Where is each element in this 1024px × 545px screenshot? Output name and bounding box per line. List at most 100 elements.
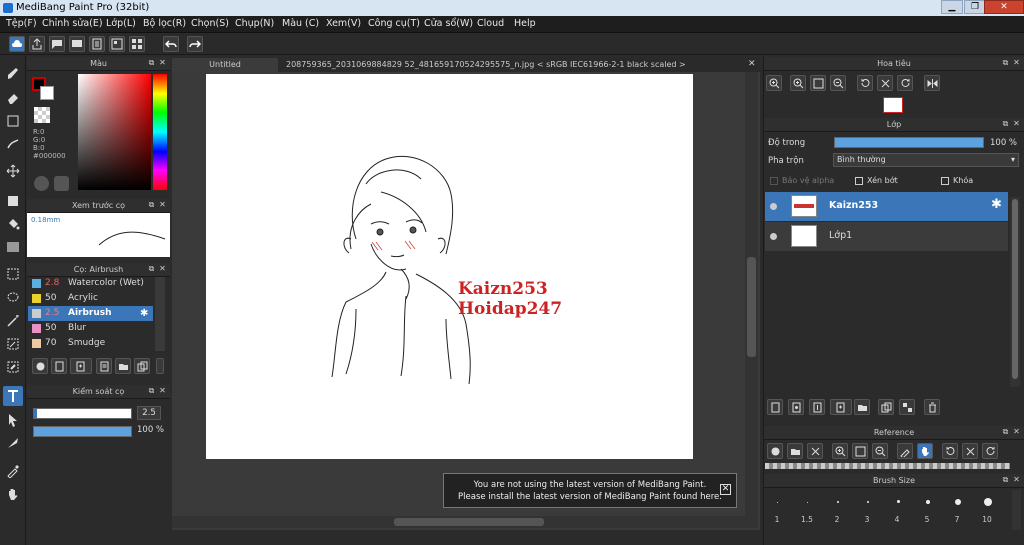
add-layer-menu-button[interactable] bbox=[830, 399, 852, 415]
brush-duplicate-button[interactable] bbox=[134, 358, 150, 374]
brush-item[interactable]: 70 Smudge bbox=[28, 336, 153, 351]
menu-color[interactable]: Màu (C) bbox=[282, 18, 319, 29]
color-saturation-field[interactable] bbox=[78, 74, 151, 190]
close-panel-icon[interactable]: ✕ bbox=[158, 200, 167, 209]
reset-view-button[interactable] bbox=[877, 75, 893, 91]
menu-file[interactable]: Tệp(F) bbox=[6, 18, 37, 29]
close-panel-icon[interactable]: ✕ bbox=[158, 58, 167, 67]
move-tool[interactable] bbox=[3, 161, 23, 181]
clipping-checkbox[interactable] bbox=[855, 177, 863, 185]
shape-brush-tool[interactable] bbox=[3, 134, 23, 154]
gear-icon[interactable]: ✱ bbox=[991, 197, 1002, 212]
layer-row-selected[interactable]: Kaizn253 ✱ bbox=[765, 192, 1008, 221]
popout-icon[interactable]: ⧉ bbox=[147, 58, 156, 67]
zoom-in-button[interactable] bbox=[766, 75, 782, 91]
menu-view[interactable]: Xem(V) bbox=[326, 18, 361, 29]
rotate-left-button[interactable] bbox=[857, 75, 873, 91]
brush-more-button[interactable] bbox=[156, 358, 164, 374]
menu-filter[interactable]: Bộ lọc(R) bbox=[143, 18, 186, 29]
undo-button[interactable] bbox=[163, 36, 179, 52]
vertical-scrollbar-track[interactable] bbox=[745, 72, 758, 517]
fill-rect-tool[interactable] bbox=[3, 191, 23, 211]
fit-button[interactable] bbox=[810, 75, 826, 91]
zoom-out-button[interactable] bbox=[830, 75, 846, 91]
size-dot[interactable] bbox=[955, 499, 961, 505]
close-panel-icon[interactable]: ✕ bbox=[1012, 475, 1021, 484]
layer-opacity-slider[interactable] bbox=[834, 137, 984, 148]
divide-tool[interactable] bbox=[3, 433, 23, 453]
hand-tool[interactable] bbox=[3, 484, 23, 504]
menu-tools[interactable]: Công cụ(T) bbox=[368, 18, 420, 29]
menu-edit[interactable]: Chỉnh sửa(E) bbox=[42, 18, 103, 29]
comment-button[interactable] bbox=[49, 36, 65, 52]
brush-size-value[interactable]: 2.5 bbox=[137, 406, 161, 420]
size-dot[interactable] bbox=[807, 502, 808, 503]
color-history-button[interactable] bbox=[54, 176, 69, 191]
ref-rotate-left-button[interactable] bbox=[942, 443, 958, 459]
popout-icon[interactable]: ⧉ bbox=[147, 386, 156, 395]
maximize-button[interactable]: ❐ bbox=[964, 0, 986, 14]
lock-checkbox[interactable] bbox=[941, 177, 949, 185]
zoom-in-button-2[interactable] bbox=[790, 75, 806, 91]
brush-menu-button[interactable] bbox=[70, 358, 92, 374]
tab-untitled[interactable]: Untitled bbox=[172, 58, 278, 72]
layer-scrollbar-thumb[interactable] bbox=[1012, 199, 1018, 379]
menu-select[interactable]: Chọn(S) bbox=[191, 18, 229, 29]
lasso-tool[interactable] bbox=[3, 287, 23, 307]
ref-reset-button[interactable] bbox=[962, 443, 978, 459]
redo-button[interactable] bbox=[187, 36, 203, 52]
select-tool[interactable] bbox=[3, 264, 23, 284]
drawing-canvas[interactable]: Kaizn253 Hoidap247 bbox=[206, 74, 693, 459]
brush-item-selected[interactable]: 2.5 Airbrush ✱ bbox=[28, 306, 153, 321]
ref-hand-button[interactable] bbox=[917, 443, 933, 459]
eraser-tool[interactable] bbox=[3, 88, 23, 108]
popout-icon[interactable]: ⧉ bbox=[1001, 58, 1010, 67]
brush-list-scrollbar[interactable] bbox=[155, 277, 165, 351]
menu-help[interactable]: Help bbox=[514, 18, 536, 29]
menu-layer[interactable]: Lớp(L) bbox=[106, 18, 136, 29]
menu-cloud[interactable]: Cloud bbox=[477, 18, 504, 29]
delete-layer-button[interactable] bbox=[924, 399, 940, 415]
bucket-tool[interactable] bbox=[3, 214, 23, 234]
layer-row[interactable]: Lớp1 bbox=[765, 222, 1008, 251]
popout-icon[interactable]: ⧉ bbox=[1001, 475, 1010, 484]
materials-button[interactable] bbox=[109, 36, 125, 52]
blend-mode-select[interactable]: Bình thường ▾ bbox=[833, 153, 1019, 167]
document-button[interactable] bbox=[89, 36, 105, 52]
ref-eyedropper-button[interactable] bbox=[897, 443, 913, 459]
brush-opacity-slider[interactable] bbox=[33, 426, 132, 437]
popout-icon[interactable]: ⧉ bbox=[147, 200, 156, 209]
duplicate-layer-button[interactable] bbox=[878, 399, 894, 415]
layer-scrollbar[interactable] bbox=[1010, 197, 1020, 387]
size-dot[interactable] bbox=[867, 501, 869, 503]
ref-fit-button[interactable] bbox=[852, 443, 868, 459]
message-button[interactable] bbox=[69, 36, 85, 52]
horizontal-scrollbar-track[interactable] bbox=[172, 516, 758, 528]
brush-size-scrollbar[interactable] bbox=[1012, 490, 1021, 530]
ref-zoom-out-button[interactable] bbox=[872, 443, 888, 459]
brush-item[interactable]: 50 Blur bbox=[28, 321, 153, 336]
size-dot[interactable] bbox=[837, 501, 839, 503]
text-tool[interactable] bbox=[3, 386, 23, 406]
new-halftone-layer-button[interactable] bbox=[788, 399, 804, 415]
flip-button[interactable] bbox=[924, 75, 940, 91]
select-pen-tool[interactable] bbox=[3, 334, 23, 354]
brush-tool[interactable] bbox=[3, 64, 23, 84]
brush-item[interactable]: 2.8 Watercolor (Wet) bbox=[28, 276, 153, 291]
dot-tool[interactable] bbox=[3, 111, 23, 131]
popout-icon[interactable]: ⧉ bbox=[147, 264, 156, 273]
brush-settings-button[interactable] bbox=[96, 358, 112, 374]
magic-wand-tool[interactable] bbox=[3, 311, 23, 331]
close-tab-icon[interactable]: ✕ bbox=[748, 59, 756, 69]
ref-close-button[interactable] bbox=[807, 443, 823, 459]
secondary-color-swatch[interactable] bbox=[40, 86, 54, 100]
close-panel-icon[interactable]: ✕ bbox=[1012, 119, 1021, 128]
ref-zoom-in-button[interactable] bbox=[832, 443, 848, 459]
ref-cloud-button[interactable] bbox=[767, 443, 783, 459]
close-button[interactable]: ✕ bbox=[984, 0, 1024, 14]
close-panel-icon[interactable]: ✕ bbox=[158, 386, 167, 395]
brush-item[interactable]: 50 Acrylic bbox=[28, 291, 153, 306]
gradient-tool[interactable] bbox=[3, 237, 23, 257]
add-brush-button[interactable] bbox=[32, 358, 48, 374]
brush-folder-button[interactable] bbox=[115, 358, 131, 374]
